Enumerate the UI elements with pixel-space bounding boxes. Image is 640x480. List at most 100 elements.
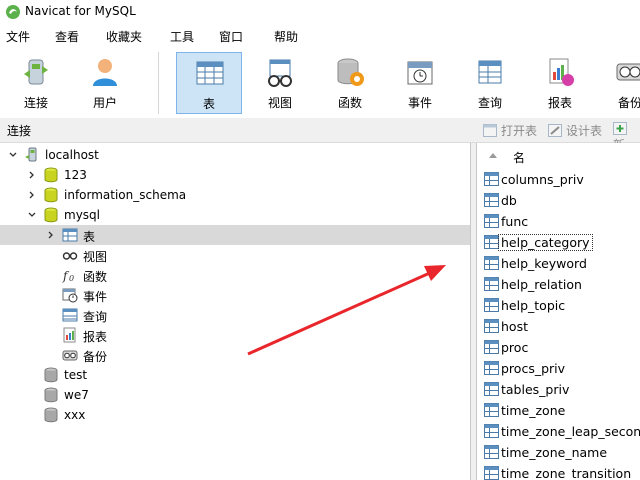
tree-label-database: test xyxy=(64,368,88,382)
chevron-right-icon[interactable] xyxy=(47,231,55,239)
connection-tree: localhost 123 information_schema mysql 表… xyxy=(0,143,470,480)
table-name: columns_priv xyxy=(501,172,584,187)
menu-favorites[interactable]: 收藏夹 xyxy=(106,28,142,45)
tree-node-tables[interactable]: 表 xyxy=(0,225,470,245)
menu-window[interactable]: 窗口 xyxy=(219,28,243,45)
tree-node-database-we7[interactable]: we7 xyxy=(0,385,470,405)
tree-node-functions[interactable]: f 0 函数 xyxy=(0,265,470,285)
server-connection-icon xyxy=(25,147,37,162)
title-bar: Navicat for MySQL xyxy=(0,0,640,24)
toolbar-user-button[interactable]: 用户 xyxy=(72,52,138,114)
tree-node-backups[interactable]: 备份 xyxy=(0,345,470,365)
table-row[interactable]: help_relation xyxy=(477,274,640,295)
toolbar-backup-label: 备份 xyxy=(617,96,640,110)
table-row[interactable]: procs_priv xyxy=(477,358,640,379)
tree-node-database-xxx[interactable]: xxx xyxy=(0,405,470,425)
table-name: func xyxy=(501,214,529,229)
toolbar-separator xyxy=(158,52,159,114)
table-row[interactable]: help_keyword xyxy=(477,253,640,274)
list-column-header-name[interactable]: 名 xyxy=(477,143,640,169)
table-row[interactable]: help_category xyxy=(477,232,640,253)
table-icon xyxy=(484,340,499,354)
table-row[interactable]: columns_priv xyxy=(477,169,640,190)
table-name: db xyxy=(501,193,517,208)
design-table-button[interactable]: 设计表 xyxy=(548,122,602,139)
chevron-down-icon[interactable] xyxy=(9,151,17,159)
database-open-icon xyxy=(44,207,58,223)
tree-node-localhost[interactable]: localhost xyxy=(0,145,470,165)
table-name: time_zone_name xyxy=(501,445,608,460)
toolbar-user-label: 用户 xyxy=(92,96,117,110)
open-table-button[interactable]: 打开表 xyxy=(483,122,537,139)
toolbar-function-button[interactable]: 函数 xyxy=(317,52,383,114)
glasses-view-icon xyxy=(62,252,78,260)
table-icon xyxy=(62,228,78,242)
table-icon xyxy=(484,466,499,480)
table-icon xyxy=(484,277,499,291)
toolbar-report-button[interactable]: 报表 xyxy=(527,52,593,114)
toolbar-view-button[interactable]: 视图 xyxy=(247,52,313,114)
table-row[interactable]: proc xyxy=(477,337,640,358)
table-icon xyxy=(484,256,499,270)
pane-splitter[interactable] xyxy=(470,143,477,480)
tree-node-database-information-schema[interactable]: information_schema xyxy=(0,185,470,205)
tree-node-events[interactable]: 事件 xyxy=(0,285,470,305)
function-icon xyxy=(337,58,364,86)
tree-node-database-test[interactable]: test xyxy=(0,365,470,385)
table-row[interactable]: db xyxy=(477,190,640,211)
object-list: 名 columns_privdb func help_category help_ke… xyxy=(477,143,640,480)
table-icon xyxy=(484,361,499,375)
tree-node-database-mysql[interactable]: mysql xyxy=(0,205,470,225)
chevron-right-icon[interactable] xyxy=(28,171,36,179)
backup-tape-icon xyxy=(62,350,78,361)
table-icon xyxy=(484,445,499,459)
tree-node-views[interactable]: 视图 xyxy=(0,245,470,265)
table-name: procs_priv xyxy=(501,361,566,376)
new-table-icon xyxy=(613,122,627,135)
table-row[interactable]: func xyxy=(477,211,640,232)
toolbar-report-label: 报表 xyxy=(547,96,572,110)
event-icon xyxy=(407,61,433,85)
table-name: host xyxy=(501,319,528,334)
table-name: time_zone xyxy=(501,403,566,418)
chevron-down-icon[interactable] xyxy=(28,211,36,219)
table-row[interactable]: time_zone xyxy=(477,400,640,421)
view-icon xyxy=(268,59,292,87)
table-icon xyxy=(484,172,499,186)
tree-node-database-123[interactable]: 123 xyxy=(0,165,470,185)
table-row[interactable]: host xyxy=(477,316,640,337)
toolbar-connection-button[interactable]: 连接 xyxy=(3,52,69,114)
table-row[interactable]: time_zone_name xyxy=(477,442,640,463)
connection-pane-title: 连接 xyxy=(7,124,32,138)
tree-node-queries[interactable]: 查询 xyxy=(0,305,470,325)
tree-node-reports[interactable]: 报表 xyxy=(0,325,470,345)
menu-tools[interactable]: 工具 xyxy=(170,28,194,45)
toolbar-event-button[interactable]: 事件 xyxy=(387,52,453,114)
tree-label-database: xxx xyxy=(64,408,86,422)
table-icon xyxy=(484,298,499,312)
tree-label-localhost: localhost xyxy=(45,148,99,162)
table-row[interactable]: help_topic xyxy=(477,295,640,316)
table-row[interactable]: time_zone_transition xyxy=(477,463,640,480)
toolbar-query-button[interactable]: 查询 xyxy=(457,52,523,114)
table-name: time_zone_leap_second xyxy=(501,424,640,439)
toolbar-backup-button[interactable]: 备份 xyxy=(597,52,640,114)
object-toolbar: 连接 打开表 设计表 新 xyxy=(0,118,640,152)
report-icon xyxy=(549,58,574,86)
table-icon xyxy=(484,193,499,207)
menu-view[interactable]: 查看 xyxy=(55,28,79,45)
toolbar-table-button[interactable]: 表 xyxy=(176,52,242,114)
table-icon xyxy=(196,61,224,85)
tree-label-database: information_schema xyxy=(64,188,187,202)
menu-file[interactable]: 文件 xyxy=(6,28,30,45)
table-row[interactable]: time_zone_leap_second xyxy=(477,421,640,442)
toolbar-event-label: 事件 xyxy=(407,96,432,110)
navicat-logo-icon xyxy=(6,5,20,19)
menu-help[interactable]: 帮助 xyxy=(274,28,298,45)
table-icon xyxy=(484,403,499,417)
table-icon xyxy=(484,382,499,396)
tree-label-database: mysql xyxy=(64,208,100,222)
table-row[interactable]: tables_priv xyxy=(477,379,640,400)
chevron-right-icon[interactable] xyxy=(28,191,36,199)
query-icon xyxy=(478,60,502,84)
